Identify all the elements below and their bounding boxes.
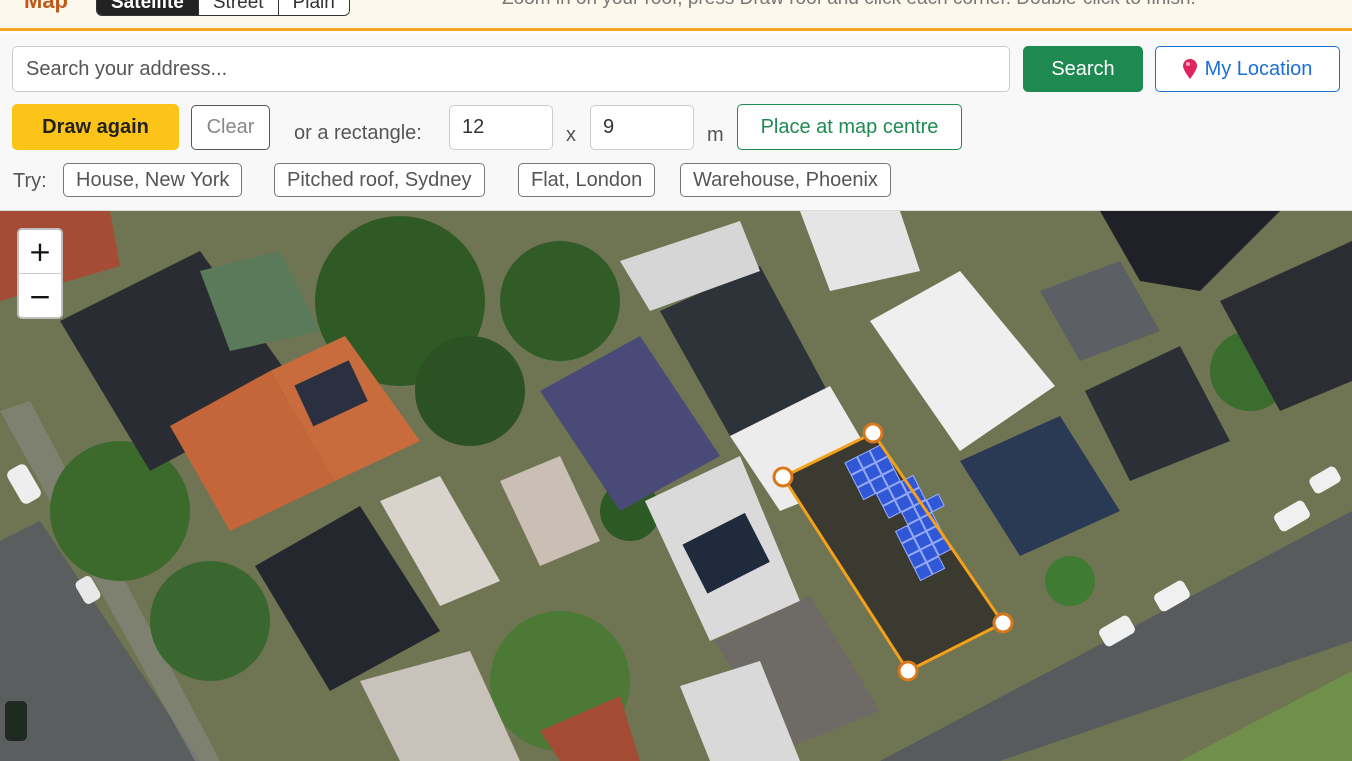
my-location-label: My Location [1204, 57, 1313, 80]
vertex-handle [862, 422, 884, 444]
controls-panel: Search My Location Draw again Clear or a… [0, 34, 1352, 211]
clear-button[interactable]: Clear [191, 105, 270, 150]
vertex-handle [772, 466, 794, 488]
search-button[interactable]: Search [1023, 46, 1143, 92]
map-mode-bar: Map Satellite Street Plain Zoom in on yo… [0, 0, 1352, 31]
instructions-hint: Zoom in on your roof, press Draw roof an… [502, 0, 1196, 10]
times-sign: x [566, 124, 576, 146]
satellite-map[interactable] [0, 211, 1352, 761]
map-mode-plain[interactable]: Plain [278, 0, 349, 15]
rect-width-input[interactable] [449, 105, 553, 150]
draw-again-button[interactable]: Draw again [12, 104, 179, 150]
rect-height-input[interactable] [590, 105, 694, 150]
map-mode-satellite[interactable]: Satellite [97, 0, 199, 15]
vertex-handle [992, 612, 1014, 634]
zoom-out-button[interactable]: − [19, 274, 61, 317]
rectangle-label: or a rectangle: [294, 122, 422, 144]
example-chip-london[interactable]: Flat, London [518, 163, 656, 197]
map-mode-street[interactable]: Street [198, 0, 279, 15]
example-chip-new-york[interactable]: House, New York [63, 163, 243, 197]
vertex-handle [897, 660, 919, 682]
my-location-button[interactable]: My Location [1155, 46, 1340, 92]
map-imagery [0, 211, 1352, 761]
place-at-centre-button[interactable]: Place at map centre [737, 104, 962, 150]
zoom-control: + − [17, 228, 63, 319]
address-search-input[interactable] [12, 46, 1010, 92]
pin-icon [1182, 59, 1197, 79]
example-chip-sydney[interactable]: Pitched roof, Sydney [274, 163, 485, 197]
unit-label: m [707, 124, 724, 146]
zoom-in-button[interactable]: + [19, 230, 61, 274]
example-chip-phoenix[interactable]: Warehouse, Phoenix [680, 163, 891, 197]
map-mode-toggle: Satellite Street Plain [96, 0, 350, 16]
map-heading: Map [24, 0, 68, 13]
try-label: Try: [13, 170, 47, 192]
